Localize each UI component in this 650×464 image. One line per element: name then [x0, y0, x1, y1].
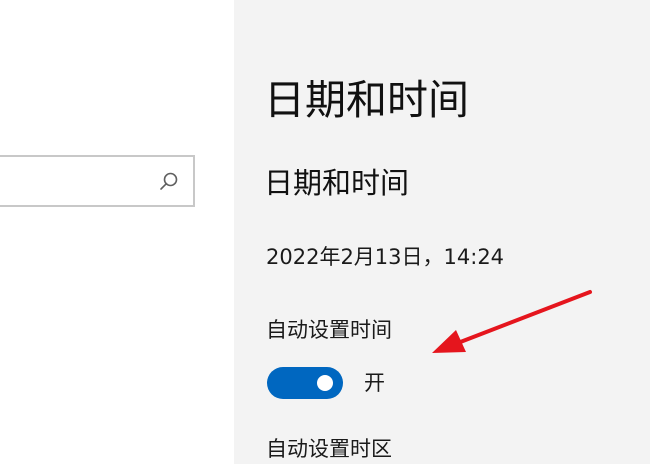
section-title: 日期和时间	[264, 166, 410, 200]
auto-set-time-toggle-state: 开	[364, 371, 385, 395]
toggle-knob	[317, 375, 333, 391]
auto-set-time-toggle[interactable]	[267, 367, 343, 399]
navigation-pane	[0, 0, 234, 464]
settings-window: 日期和时间 日期和时间 2022年2月13日，14:24 自动设置时间 开 自动…	[0, 0, 650, 464]
search-icon[interactable]	[159, 171, 179, 191]
search-input[interactable]	[6, 167, 150, 197]
auto-set-time-label: 自动设置时间	[266, 318, 392, 342]
auto-set-timezone-label: 自动设置时区	[266, 437, 392, 461]
current-datetime: 2022年2月13日，14:24	[266, 245, 505, 269]
content-pane: 日期和时间 日期和时间 2022年2月13日，14:24 自动设置时间 开 自动…	[234, 0, 650, 464]
auto-set-time-toggle-row: 开	[267, 367, 385, 399]
page-title: 日期和时间	[264, 76, 469, 124]
search-box[interactable]	[0, 155, 195, 207]
